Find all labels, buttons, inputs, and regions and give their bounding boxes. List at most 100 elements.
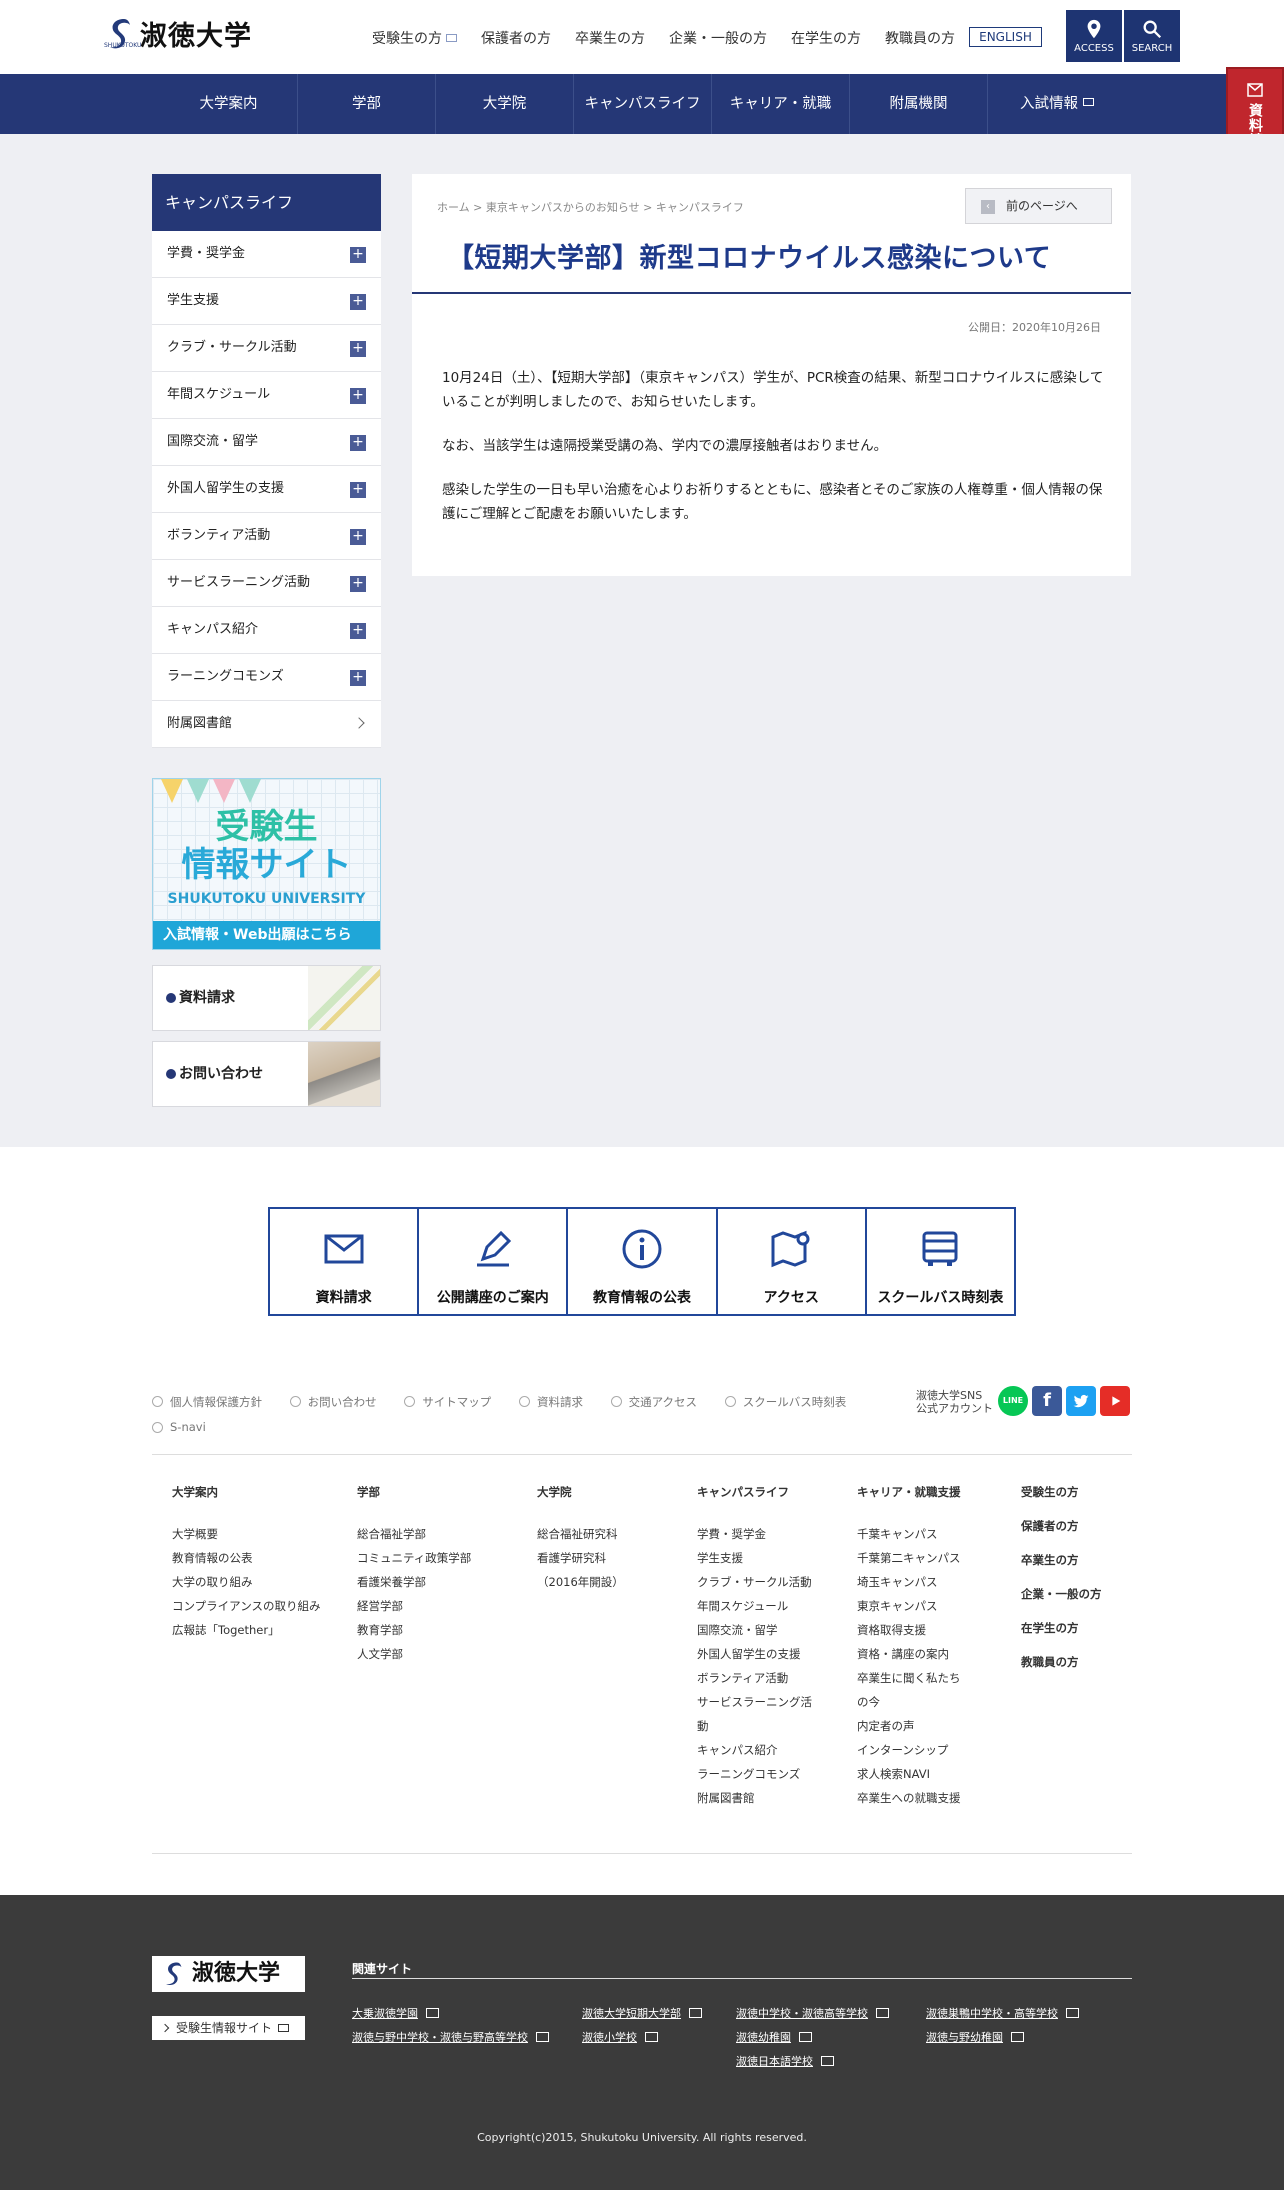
footer-col-link[interactable]: 看護学研究科 <box>537 1546 624 1570</box>
footer-col-link[interactable]: インターンシップ <box>857 1738 961 1762</box>
related-site-link[interactable]: 淑徳与野幼稚園 <box>926 2029 1024 2045</box>
mainnav-institutions[interactable]: 附属機関 <box>850 74 988 134</box>
facebook-icon[interactable]: f <box>1032 1386 1062 1416</box>
sidebar-item[interactable]: 学費・奨学金 + <box>152 231 381 278</box>
breadcrumb-tokyo-news[interactable]: 東京キャンパスからのお知らせ <box>486 201 640 214</box>
plus-icon[interactable]: + <box>350 623 366 639</box>
footer-col-link[interactable]: ラーニングコモンズ <box>697 1762 812 1786</box>
sidebar-item[interactable]: ラーニングコモンズ + <box>152 654 381 701</box>
sidebar-item[interactable]: 年間スケジュール + <box>152 372 381 419</box>
youtube-icon[interactable] <box>1100 1386 1130 1416</box>
sidebar-item[interactable]: 国際交流・留学 + <box>152 419 381 466</box>
mainnav-career[interactable]: キャリア・就職 <box>712 74 850 134</box>
mainnav-campuslife[interactable]: キャンパスライフ <box>574 74 712 134</box>
footer-col-link[interactable]: の今 <box>857 1690 961 1714</box>
footer-col-title[interactable]: キャンパスライフ <box>697 1484 812 1500</box>
footer-col-link[interactable]: クラブ・サークル活動 <box>697 1570 812 1594</box>
quicklink-education-info[interactable]: 教育情報の公表 <box>568 1209 718 1314</box>
line-icon[interactable]: LINE <box>998 1386 1028 1416</box>
materials-request-box[interactable]: 資料請求 <box>152 965 381 1031</box>
plus-icon[interactable]: + <box>350 529 366 545</box>
topnav-business[interactable]: 企業・一般の方 <box>669 28 767 48</box>
mainnav-about[interactable]: 大学案内 <box>160 74 298 134</box>
footer-col-link[interactable]: 求人検索NAVI <box>857 1762 961 1786</box>
search-button[interactable]: SEARCH <box>1124 10 1180 62</box>
footer-link-sitemap[interactable]: サイトマップ <box>404 1394 491 1410</box>
related-site-link[interactable]: 淑徳大学短期大学部 <box>582 2005 702 2021</box>
quicklink-access[interactable]: アクセス <box>718 1209 867 1314</box>
related-site-link[interactable]: 淑徳中学校・淑徳高等学校 <box>736 2005 889 2021</box>
previous-page-button[interactable]: ‹ 前のページへ <box>965 188 1112 224</box>
english-button[interactable]: ENGLISH <box>969 27 1042 47</box>
footer-col-link[interactable]: コミュニティ政策学部 <box>357 1546 471 1570</box>
footer-col-link[interactable]: 外国人留学生の支援 <box>697 1642 812 1666</box>
footer-col-link[interactable]: ボランティア活動 <box>697 1666 812 1690</box>
sidebar-item[interactable]: ボランティア活動 + <box>152 513 381 560</box>
footer-col-link[interactable]: 附属図書館 <box>697 1786 812 1810</box>
footer-link-snavi[interactable]: S-navi <box>152 1420 206 1434</box>
footer-col-link[interactable]: 看護栄養学部 <box>357 1570 471 1594</box>
footer-audience-link[interactable]: 在学生の方 <box>1021 1611 1102 1645</box>
sidebar-item[interactable]: クラブ・サークル活動 + <box>152 325 381 372</box>
footer-col-link[interactable]: コンプライアンスの取り組み <box>172 1594 320 1618</box>
footer-col-link[interactable]: 千葉第二キャンパス <box>857 1546 961 1570</box>
plus-icon[interactable]: + <box>350 435 366 451</box>
footer-col-link[interactable]: 人文学部 <box>357 1642 471 1666</box>
footer-audience-link[interactable]: 保護者の方 <box>1021 1509 1102 1543</box>
breadcrumb-home[interactable]: ホーム <box>437 201 470 214</box>
footer-link-access[interactable]: 交通アクセス <box>610 1394 697 1410</box>
footer-audience-link[interactable]: 教職員の方 <box>1021 1645 1102 1679</box>
plus-icon[interactable]: + <box>350 576 366 592</box>
sidebar-item[interactable]: 外国人留学生の支援 + <box>152 466 381 513</box>
footer-col-title[interactable]: 学部 <box>357 1484 471 1500</box>
footer-col-link[interactable]: 資格・講座の案内 <box>857 1642 961 1666</box>
footer-col-link[interactable]: 広報誌「Together」 <box>172 1618 320 1642</box>
footer-col-link[interactable]: 動 <box>697 1714 812 1738</box>
topnav-staff[interactable]: 教職員の方 <box>885 28 955 48</box>
footer-col-link[interactable]: 資格取得支援 <box>857 1618 961 1642</box>
footer-col-link[interactable]: 学生支援 <box>697 1546 812 1570</box>
plus-icon[interactable]: + <box>350 294 366 310</box>
footer-col-link[interactable]: 経営学部 <box>357 1594 471 1618</box>
sidebar-item[interactable]: キャンパス紹介 + <box>152 607 381 654</box>
access-button[interactable]: ACCESS <box>1066 10 1122 62</box>
sidebar-item[interactable]: 附属図書館 <box>152 701 381 748</box>
footer-col-link[interactable]: 内定者の声 <box>857 1714 961 1738</box>
footer-col-link[interactable]: 卒業生に聞く私たち <box>857 1666 961 1690</box>
footer-col-title[interactable]: 大学案内 <box>172 1484 320 1500</box>
footer-col-link[interactable]: 総合福祉学部 <box>357 1522 471 1546</box>
plus-icon[interactable]: + <box>350 482 366 498</box>
footer-col-link[interactable]: 年間スケジュール <box>697 1594 812 1618</box>
footer-logo[interactable]: 淑徳大学 <box>152 1956 305 1992</box>
topnav-students[interactable]: 在学生の方 <box>791 28 861 48</box>
breadcrumb-campuslife[interactable]: キャンパスライフ <box>656 201 744 214</box>
plus-icon[interactable]: + <box>350 247 366 263</box>
quicklink-schoolbus[interactable]: スクールバス時刻表 <box>867 1209 1014 1314</box>
footer-col-link[interactable]: 埼玉キャンパス <box>857 1570 961 1594</box>
topnav-alumni[interactable]: 卒業生の方 <box>575 28 645 48</box>
quicklink-lectures[interactable]: 公開講座のご案内 <box>419 1209 569 1314</box>
sidebar-item[interactable]: サービスラーニング活動 + <box>152 560 381 607</box>
footer-link-contact[interactable]: お問い合わせ <box>289 1394 377 1410</box>
footer-col-link[interactable]: 国際交流・留学 <box>697 1618 812 1642</box>
footer-col-link[interactable]: キャンパス紹介 <box>697 1738 812 1762</box>
footer-link-materials[interactable]: 資料請求 <box>518 1394 583 1410</box>
footer-col-link[interactable]: 総合福祉研究科 <box>537 1522 624 1546</box>
plus-icon[interactable]: + <box>350 341 366 357</box>
mainnav-admissions[interactable]: 入試情報 <box>988 74 1126 134</box>
plus-icon[interactable]: + <box>350 388 366 404</box>
footer-col-title[interactable]: キャリア・就職支援 <box>857 1484 961 1500</box>
footer-col-link[interactable]: 大学の取り組み <box>172 1570 320 1594</box>
footer-link-privacy[interactable]: 個人情報保護方針 <box>152 1394 262 1410</box>
footer-col-link[interactable]: 大学概要 <box>172 1522 320 1546</box>
twitter-icon[interactable] <box>1066 1386 1096 1416</box>
related-site-link[interactable]: 淑徳巣鴨中学校・高等学校 <box>926 2005 1079 2021</box>
footer-col-link[interactable]: 学費・奨学金 <box>697 1522 812 1546</box>
related-site-link[interactable]: 大乗淑徳学園 <box>352 2005 439 2021</box>
footer-applicant-site-link[interactable]: 受験生情報サイト <box>152 2016 305 2040</box>
quicklink-materials[interactable]: 資料請求 <box>270 1209 420 1314</box>
mainnav-faculties[interactable]: 学部 <box>298 74 436 134</box>
footer-link-bus[interactable]: スクールバス時刻表 <box>724 1394 846 1410</box>
topnav-guardians[interactable]: 保護者の方 <box>481 28 551 48</box>
related-site-link[interactable]: 淑徳幼稚園 <box>736 2029 812 2045</box>
